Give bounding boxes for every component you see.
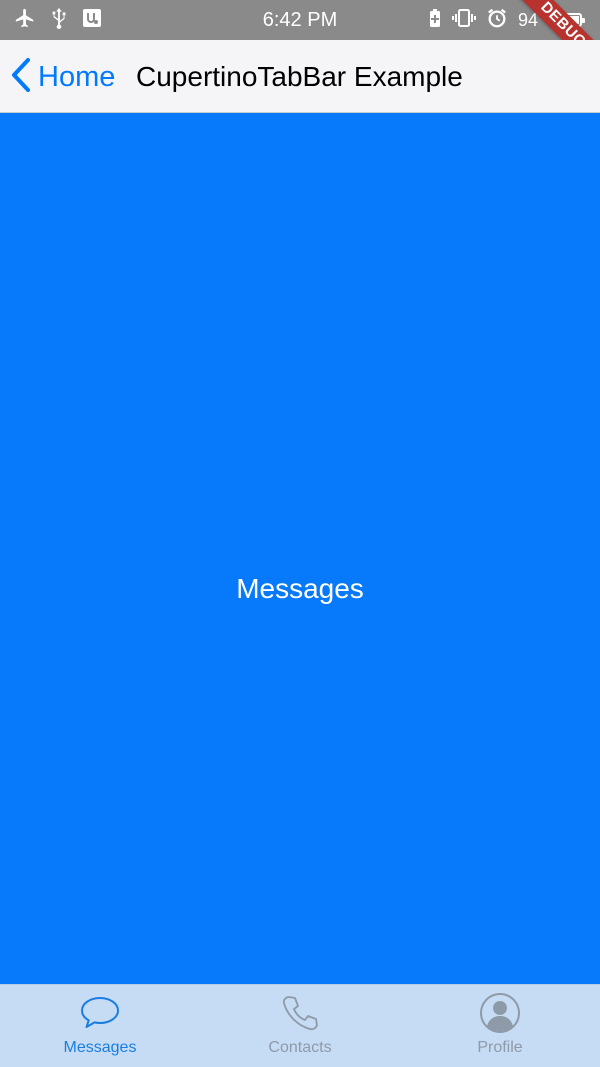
tab-profile[interactable]: Profile — [400, 985, 600, 1067]
back-button[interactable]: Home — [10, 57, 115, 97]
tab-messages[interactable]: Messages — [0, 985, 200, 1067]
tab-label: Messages — [63, 1039, 137, 1056]
tab-label: Contacts — [268, 1039, 332, 1056]
tab-bar: Messages Contacts Profile — [0, 984, 600, 1067]
battery-saver-icon — [428, 8, 442, 33]
page-title: CupertinoTabBar Example — [136, 61, 463, 92]
person-circle-icon — [478, 991, 522, 1035]
content-label: Messages — [236, 573, 364, 604]
tab-contacts[interactable]: Contacts — [200, 985, 400, 1067]
app-screen: 6:42 PM 94 DEBUG Home CupertinoTabBar Ex… — [0, 0, 600, 1067]
phone-icon — [278, 991, 322, 1035]
navigation-bar: Home CupertinoTabBar Example — [0, 40, 600, 113]
alarm-icon — [486, 7, 508, 34]
back-label: Home — [38, 60, 116, 93]
status-bar: 6:42 PM 94 — [0, 0, 600, 40]
chevron-left-icon — [10, 57, 32, 98]
tab-label: Profile — [477, 1039, 523, 1056]
tab-content: Messages — [0, 113, 600, 984]
chat-bubble-icon — [78, 991, 122, 1035]
vibrate-icon — [451, 8, 476, 33]
